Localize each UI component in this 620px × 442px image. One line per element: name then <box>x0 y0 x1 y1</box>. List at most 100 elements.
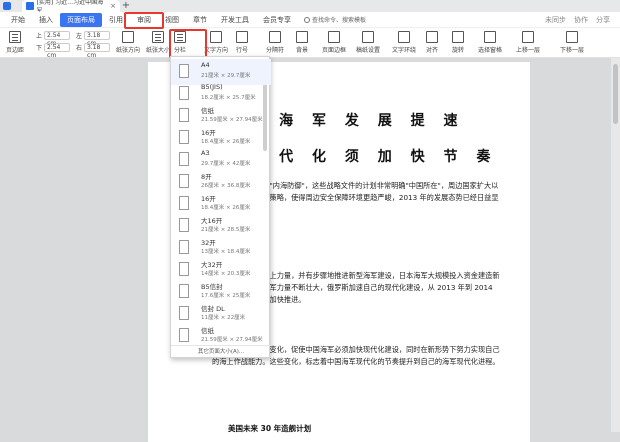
app-logo-icon[interactable] <box>3 2 11 10</box>
paper-size-name: 大32开 <box>201 261 223 269</box>
breaks-button[interactable]: 分隔符 <box>266 31 284 54</box>
paper-size-dropdown: A4 21厘米 × 29.7厘米 B5(JIS) 18.2厘米 × 25.7厘米 信纸 2… <box>170 56 271 358</box>
line-numbers-button[interactable]: 行号 <box>236 31 248 54</box>
text-direction-button[interactable]: 文字方向 <box>204 31 228 54</box>
paper-size-name: 信封 DL <box>201 305 225 313</box>
paper-size-dimensions: 18.4厘米 × 26厘米 <box>201 205 251 211</box>
share-button[interactable]: 分享 <box>596 15 610 25</box>
send-backward-icon <box>566 31 578 43</box>
top-margin-field[interactable]: 上 2.54 cm <box>36 31 71 47</box>
paper-size-name: B5(JIS) <box>201 83 223 91</box>
page-icon <box>179 174 189 188</box>
background-button[interactable]: 背景 <box>296 31 308 54</box>
top-margin-value[interactable]: 2.54 cm <box>44 31 71 47</box>
document-icon <box>26 2 34 10</box>
paper-size-label: 纸张大小 <box>146 47 171 54</box>
orientation-label: 纸张方向 <box>116 47 141 54</box>
command-search[interactable]: 查找命令、搜索模板 <box>304 15 366 24</box>
manuscript-button[interactable]: 稿纸设置 <box>356 31 380 54</box>
orientation-icon <box>122 31 134 43</box>
page-icon <box>179 262 189 276</box>
margins-icon <box>9 31 21 43</box>
text-wrap-button[interactable]: 文字环绕 <box>392 31 416 54</box>
rotate-label: 旋转 <box>452 47 465 54</box>
menu-page-layout[interactable]: 页面布局 <box>60 12 102 27</box>
menu-home[interactable]: 开始 <box>4 13 32 27</box>
sync-status[interactable]: 未同步 <box>545 15 566 25</box>
page-border-icon <box>328 31 340 43</box>
align-button[interactable]: 对齐 <box>426 31 438 54</box>
page-icon <box>179 152 189 166</box>
paper-size-button[interactable]: 纸张大小 <box>146 31 170 54</box>
paper-size-name: 16开 <box>201 129 216 137</box>
page-layout-toolbar: 页边距 上 2.54 cm 下 2.54 cm 左 3.18 cm 右 3.18… <box>0 28 620 59</box>
bring-forward-icon <box>522 31 534 43</box>
selection-pane-button[interactable]: 选择窗格 <box>478 31 502 54</box>
rotate-button[interactable]: 旋转 <box>452 31 464 54</box>
paper-size-name: 16开 <box>201 195 216 203</box>
right-margin-label: 右 <box>76 45 83 52</box>
paper-size-dimensions: 18.4厘米 × 26厘米 <box>201 139 251 145</box>
paper-size-dimensions: 29.7厘米 × 42厘米 <box>201 161 251 167</box>
text-wrap-label: 文字环绕 <box>392 47 417 54</box>
page-icon <box>179 64 189 78</box>
paper-size-dimensions: 14厘米 × 20.3厘米 <box>201 271 251 277</box>
close-tab-icon[interactable]: × <box>110 2 116 10</box>
page-border-button[interactable]: 页面边框 <box>322 31 346 54</box>
command-search-placeholder: 查找命令、搜索模板 <box>312 17 367 24</box>
menu-insert[interactable]: 插入 <box>32 13 60 27</box>
menu-right-actions: 未同步 协作 分享 <box>545 15 620 25</box>
text-direction-icon <box>210 31 222 43</box>
paper-size-dimensions: 21厘米 × 28.5厘米 <box>201 227 251 233</box>
orientation-button[interactable]: 纸张方向 <box>116 31 140 54</box>
scrollbar-thumb[interactable] <box>613 64 618 124</box>
page-icon <box>179 240 189 254</box>
breaks-label: 分隔符 <box>266 47 285 54</box>
bottom-margin-value[interactable]: 2.54 cm <box>44 43 71 59</box>
left-margin-field[interactable]: 左 3.18 cm <box>76 31 111 47</box>
text-direction-label: 文字方向 <box>204 47 229 54</box>
paper-size-name: A3 <box>201 149 210 157</box>
paper-size-name: 8开 <box>201 173 212 181</box>
align-icon <box>426 31 438 43</box>
paper-size-name: 信纸 <box>201 107 214 115</box>
margins-label: 页边距 <box>6 47 25 54</box>
breaks-icon <box>269 31 281 43</box>
paper-size-dimensions: 18.2厘米 × 25.7厘米 <box>201 95 256 101</box>
title-tab-bar: [实用] 习近…习近中国海军… × + <box>0 0 620 15</box>
send-backward-button[interactable]: 下移一层 <box>560 31 584 54</box>
page-icon <box>179 284 189 298</box>
left-margin-value[interactable]: 3.18 cm <box>84 31 111 47</box>
menu-developer[interactable]: 开发工具 <box>214 13 256 27</box>
right-margin-field[interactable]: 右 3.18 cm <box>76 43 111 59</box>
paper-size-dimensions: 11厘米 × 22厘米 <box>201 315 246 321</box>
paper-size-name: 信纸 <box>201 327 214 335</box>
page-layout-tab-highlight <box>124 12 164 29</box>
page-icon <box>179 306 189 320</box>
new-tab-button[interactable]: + <box>120 0 132 12</box>
vertical-scrollbar[interactable] <box>611 58 620 432</box>
paper-size-dimensions: 21厘米 × 29.7厘米 <box>201 73 251 79</box>
manuscript-icon <box>362 31 374 43</box>
paper-size-name: 32开 <box>201 239 216 247</box>
menu-sections[interactable]: 章节 <box>186 13 214 27</box>
right-margin-value[interactable]: 3.18 cm <box>84 43 111 59</box>
more-paper-sizes-link[interactable]: 其它页面大小(A)... <box>171 345 271 357</box>
background-label: 背景 <box>296 47 309 54</box>
selection-pane-icon <box>484 31 496 43</box>
document-tab[interactable]: [实用] 习近…习近中国海军… × <box>22 0 120 15</box>
margins-button[interactable]: 页边距 <box>6 31 24 54</box>
paper-size-highlight <box>169 29 207 58</box>
bring-forward-button[interactable]: 上移一层 <box>516 31 540 54</box>
page-icon <box>179 328 189 342</box>
line-numbers-icon <box>236 31 248 43</box>
line-numbers-label: 行号 <box>236 47 249 54</box>
background-icon <box>296 31 308 43</box>
paper-size-dimensions: 26厘米 × 36.8厘米 <box>201 183 251 189</box>
menu-member[interactable]: 会员专享 <box>256 13 298 27</box>
paper-size-icon <box>152 31 164 43</box>
manuscript-label: 稿纸设置 <box>356 47 381 54</box>
collaborate-button[interactable]: 协作 <box>574 15 588 25</box>
bottom-margin-field[interactable]: 下 2.54 cm <box>36 43 71 59</box>
bottom-margin-label: 下 <box>36 45 43 52</box>
